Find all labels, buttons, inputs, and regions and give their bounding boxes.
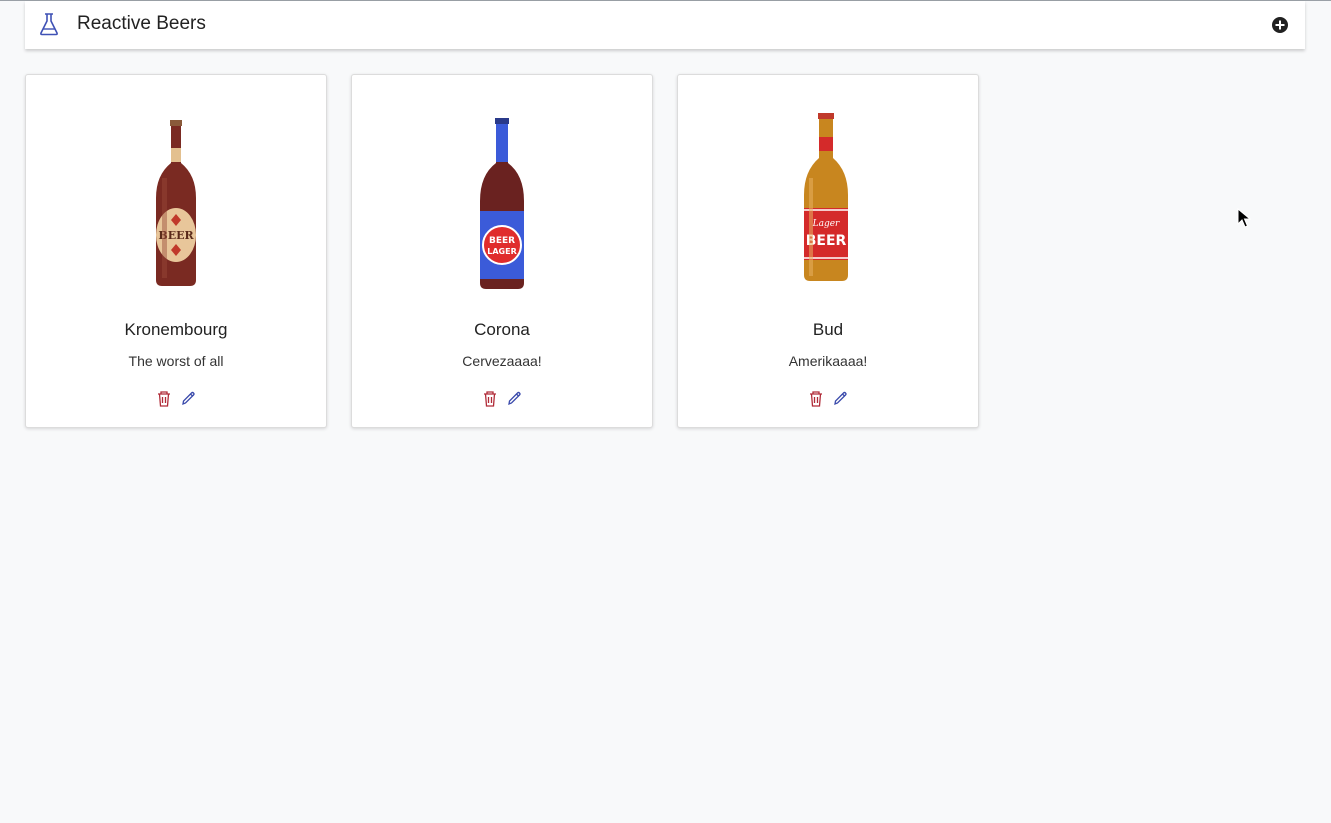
beer-description: The worst of all	[128, 353, 224, 369]
pencil-icon[interactable]	[832, 390, 848, 407]
plus-circle-icon[interactable]	[1271, 16, 1289, 34]
beer-description: Amerikaaaa!	[788, 353, 868, 369]
pencil-icon[interactable]	[180, 390, 196, 407]
beer-card: Lager BEER Bud Amerikaaaa!	[677, 74, 979, 428]
app-header: Reactive Beers	[25, 1, 1305, 49]
trash-icon[interactable]	[156, 390, 172, 407]
beer-description: Cervezaaaa!	[462, 353, 542, 369]
app-title: Reactive Beers	[77, 13, 206, 34]
svg-text:BEER: BEER	[489, 236, 515, 246]
beer-card: BEER LAGER Corona Cervezaaaa!	[351, 74, 653, 428]
beer-bottle-image: BEER	[126, 103, 226, 293]
svg-text:Lager: Lager	[812, 219, 840, 229]
beer-bottle-image: Lager BEER	[778, 103, 878, 293]
beer-bottle-image: BEER LAGER	[452, 103, 552, 293]
beer-name: Bud	[812, 320, 844, 339]
pencil-icon[interactable]	[506, 390, 522, 407]
beer-name: Corona	[474, 320, 530, 339]
trash-icon[interactable]	[808, 390, 824, 407]
trash-icon[interactable]	[482, 390, 498, 407]
svg-text:LAGER: LAGER	[487, 247, 516, 256]
mouse-cursor-icon	[1237, 207, 1252, 230]
flask-icon	[38, 12, 60, 36]
beer-card: BEER Kronembourg The worst of all	[25, 74, 327, 428]
beer-name: Kronembourg	[124, 320, 228, 339]
